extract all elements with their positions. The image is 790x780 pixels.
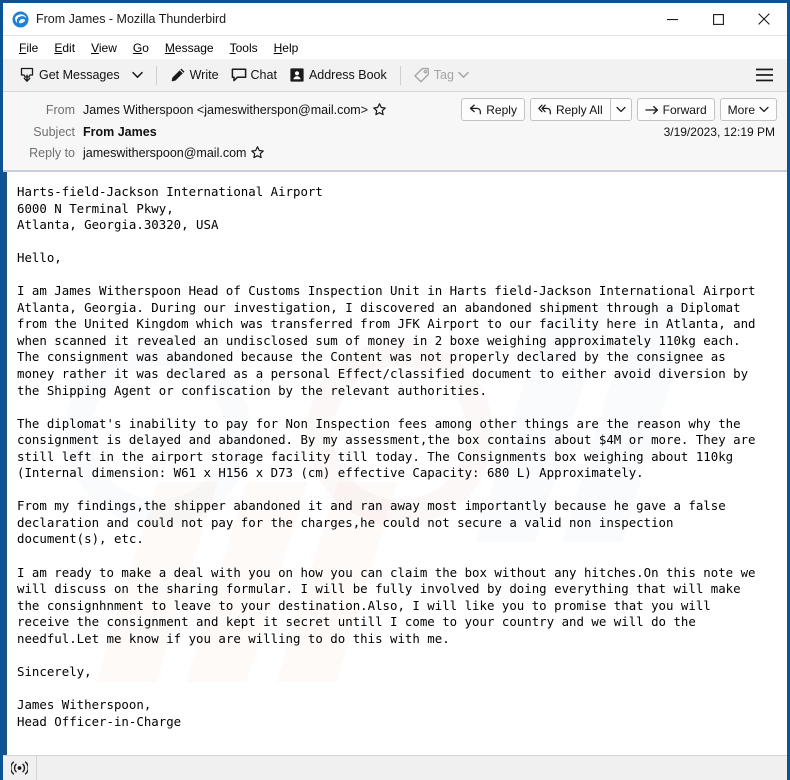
chat-button[interactable]: Chat [225,64,283,86]
thunderbird-window: From James - Mozilla Thunderbird File Ed… [0,0,790,780]
chevron-down-icon [131,71,143,78]
minimize-button[interactable] [649,3,695,36]
menu-help[interactable]: Help [266,39,307,57]
download-inbox-icon [20,67,34,82]
tag-icon [414,67,429,83]
reply-all-dropdown[interactable] [609,98,632,121]
menu-file[interactable]: File [11,39,46,57]
menu-go[interactable]: Go [125,39,157,57]
subject-row: Subject From James 3/19/2023, 12:19 PM [13,121,777,142]
chevron-down-icon [759,106,769,113]
forward-button[interactable]: Forward [636,98,715,121]
address-book-label: Address Book [308,68,387,82]
connection-status-button[interactable] [3,755,37,780]
message-body-pane[interactable]: Harts-field-Jackson International Airpor… [3,172,787,755]
menu-bar: File Edit View Go Message Tools Help [3,36,787,59]
get-messages-label: Get Messages [39,68,120,82]
title-bar: From James - Mozilla Thunderbird [3,3,787,36]
contact-card-icon [290,68,304,82]
maximize-button[interactable] [695,3,741,36]
menu-message[interactable]: Message [157,39,222,57]
window-title: From James - Mozilla Thunderbird [36,12,227,26]
reply-all-arrow-icon [538,104,551,115]
chat-label: Chat [250,68,277,82]
speech-bubble-icon [231,68,246,82]
reply-to-row: Reply to jameswitherspoon@mail.com [13,142,777,163]
close-button[interactable] [741,3,787,36]
more-label: More [727,102,755,117]
reply-to-value-group: jameswitherspoon@mail.com [83,146,265,160]
close-icon [758,13,770,25]
star-outline-icon[interactable] [373,103,386,116]
menu-edit[interactable]: Edit [46,39,83,57]
write-button[interactable]: Write [164,64,225,86]
reply-all-button[interactable]: Reply All [529,98,610,121]
app-menu-button[interactable] [748,64,781,86]
from-value[interactable]: James Witherspoon <jameswitherspon@mail.… [83,103,368,117]
subject-label: Subject [33,124,75,139]
address-book-button[interactable]: Address Book [283,64,393,86]
reply-button[interactable]: Reply [461,98,525,121]
reply-all-label: Reply All [555,102,603,117]
reply-arrow-icon [470,104,482,115]
star-outline-icon[interactable] [251,146,265,159]
message-actions: Reply Reply All Forward More [461,98,777,121]
maximize-icon [712,13,724,25]
status-bar [3,755,787,780]
email-body-text: Harts-field-Jackson International Airpor… [17,184,756,729]
menu-tools[interactable]: Tools [222,39,266,57]
thunderbird-logo-icon [12,11,29,27]
from-label: From [45,102,75,117]
reply-to-label: Reply to [29,145,75,160]
toolbar-separator [155,65,157,85]
message-date: 3/19/2023, 12:19 PM [663,124,775,139]
reply-all-split-button: Reply All [529,98,632,121]
menu-view[interactable]: View [83,39,125,57]
minimize-icon [666,18,678,20]
more-button[interactable]: More [719,98,777,121]
forward-label: Forward [662,102,707,117]
get-messages-button[interactable]: Get Messages [13,64,126,86]
main-toolbar: Get Messages Write Chat Address Book Tag [3,59,787,92]
tag-label: Tag [433,68,454,82]
from-row: From James Witherspoon <jameswitherspon@… [13,98,777,121]
reply-to-value[interactable]: jameswitherspoon@mail.com [83,146,246,160]
write-label: Write [189,68,219,82]
tag-button[interactable]: Tag [408,64,475,86]
window-controls [649,3,787,36]
toolbar-separator-2 [399,65,401,85]
hamburger-menu-icon [756,68,773,82]
chevron-down-icon [458,71,469,78]
online-signal-icon [11,761,28,775]
forward-arrow-icon [644,105,658,114]
pencil-icon [171,68,184,82]
chevron-down-icon [616,106,626,113]
subject-value: From James [83,124,157,139]
message-header: From James Witherspoon <jameswitherspon@… [3,92,787,172]
from-value-group: James Witherspoon <jameswitherspon@mail.… [83,103,386,117]
get-messages-dropdown[interactable] [126,68,149,82]
reply-label: Reply [486,102,517,117]
